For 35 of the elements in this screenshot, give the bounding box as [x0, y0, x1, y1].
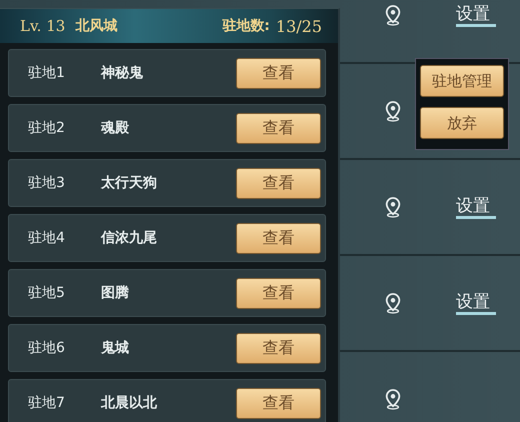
city-level: Lv. 13	[20, 17, 66, 35]
settings-link[interactable]: 设置	[456, 4, 496, 26]
view-button[interactable]: 查看	[236, 168, 321, 198]
garrison-name: 魂殿	[101, 119, 130, 137]
garrison-slot: 驻地7	[28, 394, 101, 412]
menu-button[interactable]: 驻地管理	[420, 65, 504, 97]
garrison-name: 图腾	[101, 284, 130, 302]
garrison-name: 鬼城	[101, 339, 130, 357]
view-button[interactable]: 查看	[236, 112, 321, 144]
view-button[interactable]: 查看	[236, 388, 321, 418]
view-button[interactable]: 查看	[236, 222, 321, 254]
location-pin-icon[interactable]	[384, 100, 402, 122]
view-button[interactable]: 查看	[236, 278, 321, 308]
location-pin-icon[interactable]	[384, 388, 402, 410]
settings-link[interactable]: 设置	[456, 292, 496, 314]
garrison-slot: 驻地3	[28, 174, 101, 192]
location-pin-icon[interactable]	[384, 292, 402, 314]
garrison-slot: 驻地6	[28, 339, 101, 357]
menu-button[interactable]: 放弃	[420, 107, 504, 139]
garrison-name: 北晨以北	[101, 394, 158, 412]
garrison-name: 神秘鬼	[101, 64, 144, 82]
garrison-slot: 驻地5	[28, 284, 101, 302]
garrison-count: 13/25	[276, 16, 322, 36]
location-pin-icon[interactable]	[384, 4, 402, 26]
garrison-name: 信浓九尾	[101, 229, 158, 247]
garrison-slot: 驻地4	[28, 229, 101, 247]
settings-link[interactable]: 设置	[456, 196, 496, 218]
garrison-slot: 驻地2	[28, 119, 101, 137]
location-pin-icon[interactable]	[384, 196, 402, 218]
garrison-count-label: 驻地数:	[222, 17, 270, 35]
view-button[interactable]: 查看	[236, 58, 321, 88]
garrison-name: 太行天狗	[101, 174, 158, 192]
city-name: 北风城	[75, 17, 118, 35]
view-button[interactable]: 查看	[236, 332, 321, 364]
garrison-slot: 驻地1	[28, 64, 101, 82]
